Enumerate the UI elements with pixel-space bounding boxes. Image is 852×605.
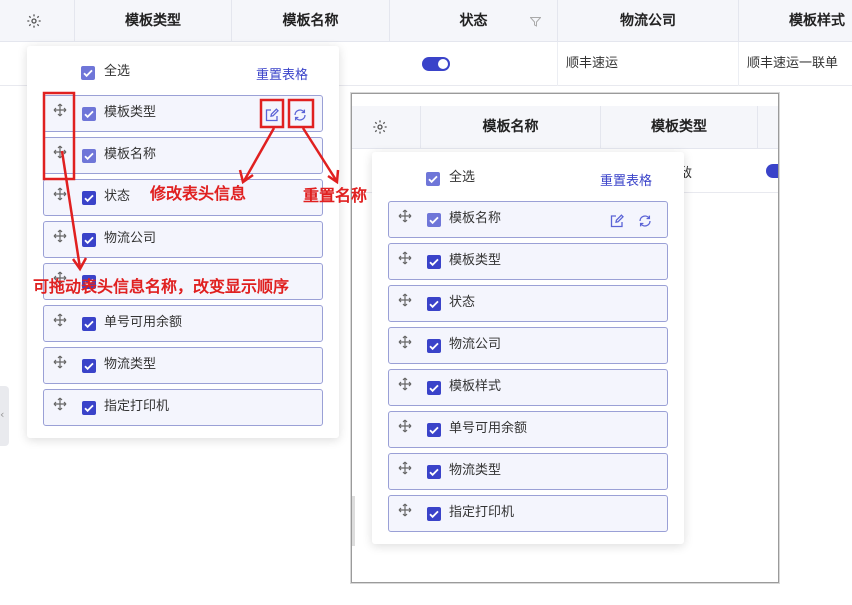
highlight-edit-icon xyxy=(259,98,285,129)
annotation-drag-reorder: 可拖动表头信息名称，改变显示顺序 xyxy=(33,277,290,296)
highlight-reset-icon xyxy=(287,98,315,129)
highlight-drag-handles xyxy=(42,91,76,181)
annotation-reset-name: 重置名称 xyxy=(303,186,368,205)
annotation-overlay xyxy=(42,91,340,272)
annotation-edit-header: 修改表头信息 xyxy=(150,184,247,203)
arrow-reset xyxy=(301,127,338,181)
arrow-drag xyxy=(60,150,82,269)
arrow-edit xyxy=(242,127,276,182)
